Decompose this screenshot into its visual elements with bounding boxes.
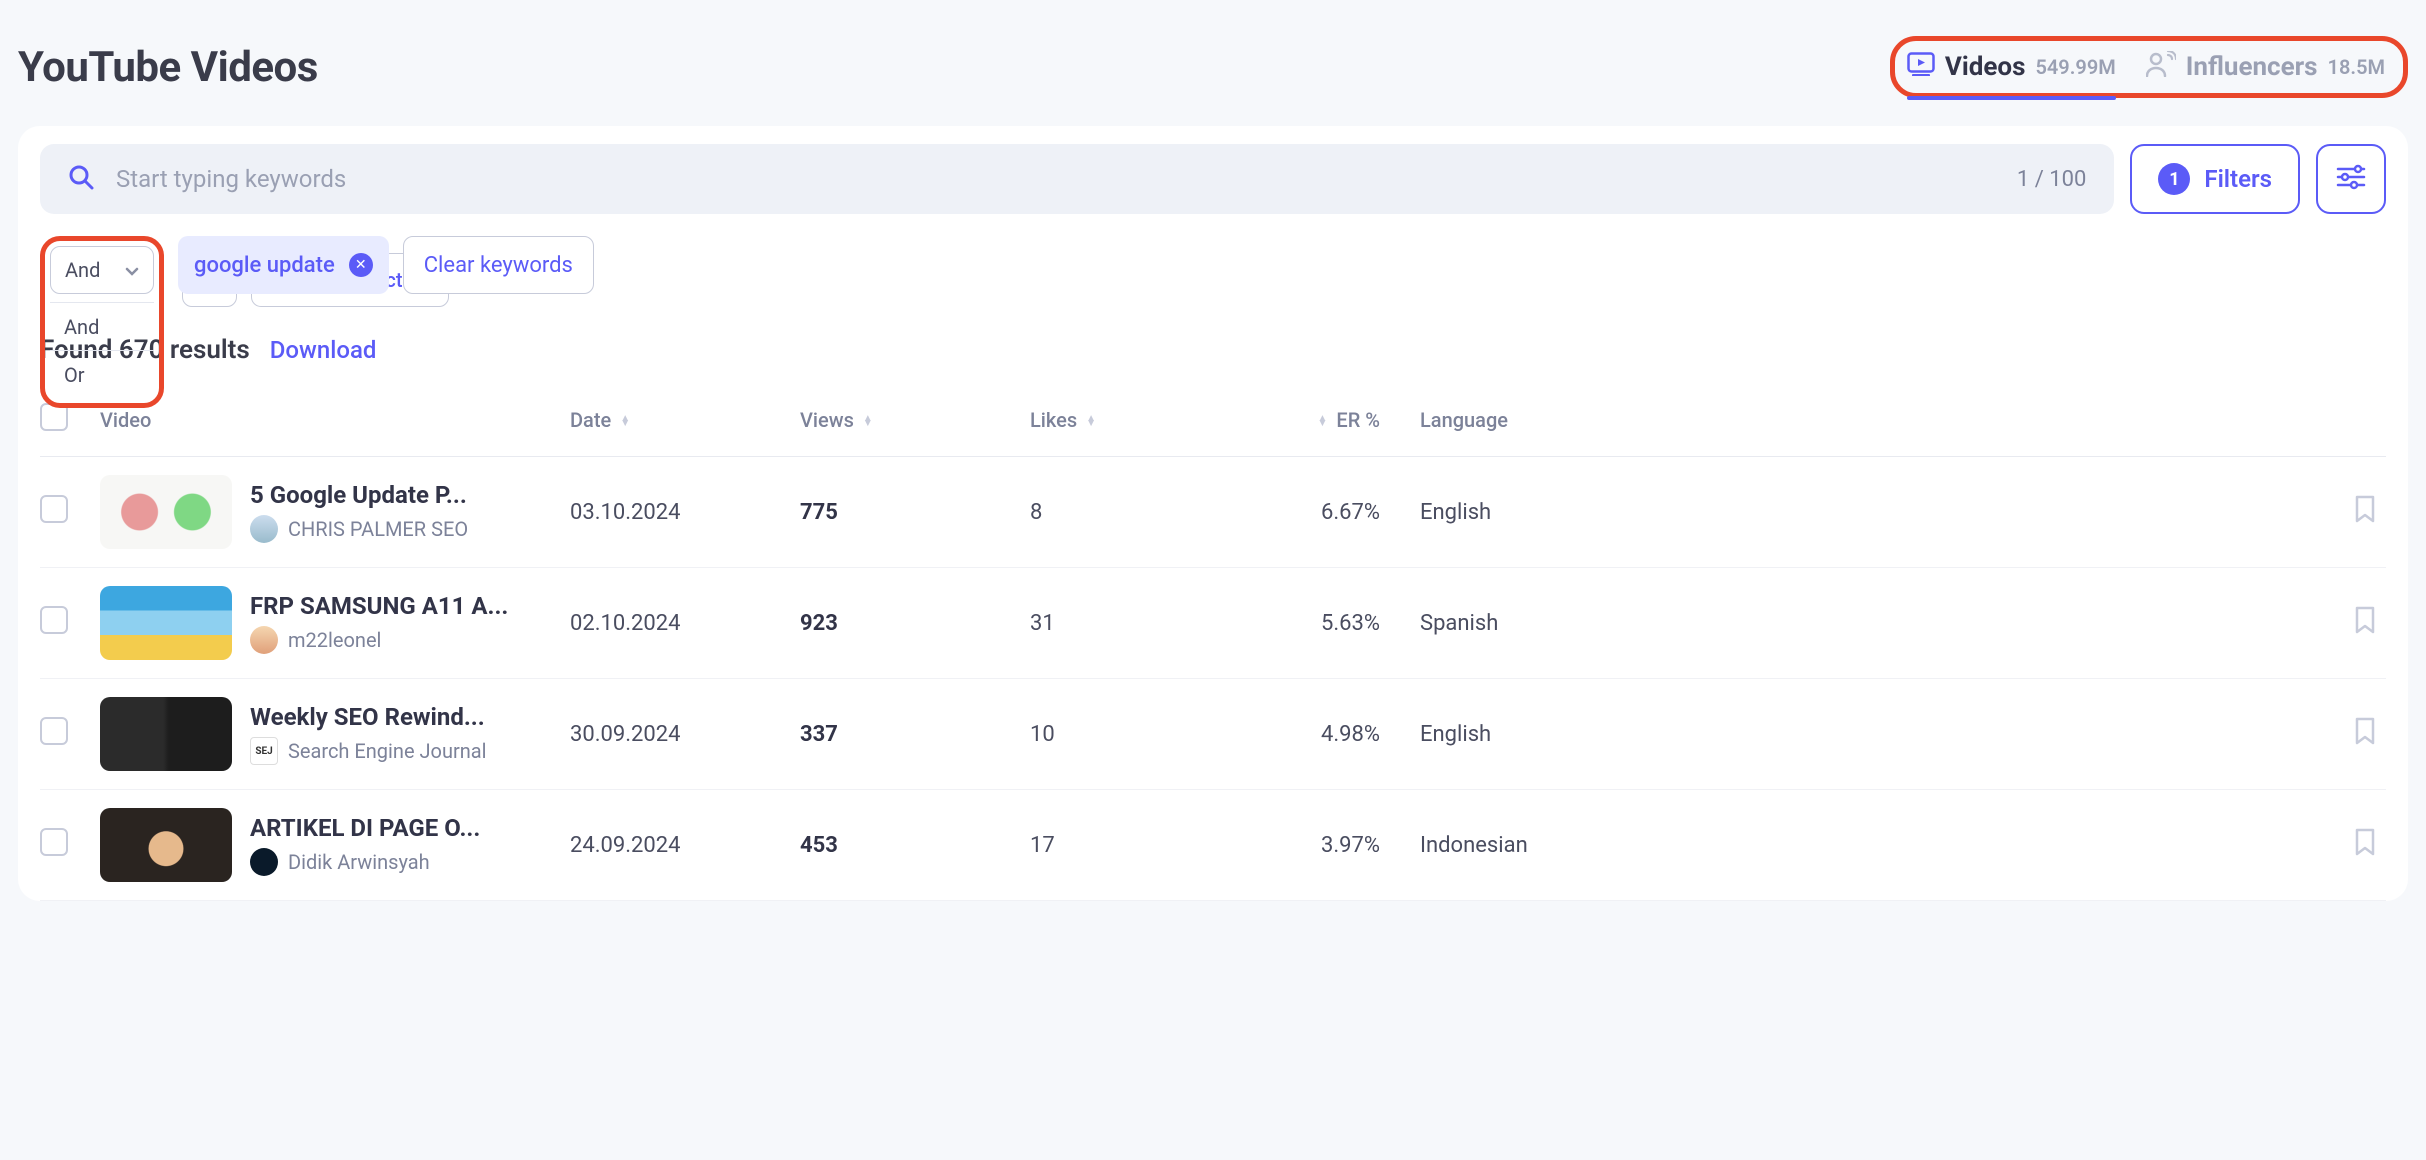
logic-option-and[interactable]: And [50, 302, 154, 350]
video-title[interactable]: 5 Google Update P... [250, 481, 468, 509]
cell-date: 02.10.2024 [570, 568, 800, 679]
logic-option-or[interactable]: Or [50, 350, 154, 398]
page-title: YouTube Videos [18, 43, 318, 92]
row-checkbox[interactable] [40, 717, 68, 745]
cell-date: 24.09.2024 [570, 790, 800, 901]
sort-icon: ▲▼ [1318, 416, 1328, 426]
channel-avatar: SEJ [250, 737, 278, 765]
keyword-chip: google update ✕ [178, 236, 389, 294]
cell-likes: 17 [1030, 790, 1250, 901]
cell-views: 337 [800, 679, 1030, 790]
tab-videos-count: 549.99M [2035, 55, 2115, 79]
cell-er: 3.97% [1250, 790, 1420, 901]
channel-avatar [250, 515, 278, 543]
clear-keywords-button[interactable]: Clear keywords [403, 236, 594, 294]
cell-er: 6.67% [1250, 457, 1420, 568]
video-title[interactable]: Weekly SEO Rewind... [250, 703, 487, 731]
table-row: FRP SAMSUNG A11 A... m22leonel 02.10.20249… [40, 568, 2386, 679]
bookmark-icon[interactable] [2354, 837, 2376, 862]
row-checkbox[interactable] [40, 828, 68, 856]
results-table: Video Date ▲▼ Views ▲▼ Likes ▲▼ ▲▼ ER % … [40, 383, 2386, 901]
tab-influencers[interactable]: Influencers 18.5M [2146, 51, 2385, 83]
filters-label: Filters [2204, 165, 2272, 193]
video-title[interactable]: FRP SAMSUNG A11 A... [250, 592, 508, 620]
video-thumbnail[interactable] [100, 697, 232, 771]
search-input[interactable] [116, 165, 1995, 193]
tab-videos[interactable]: Videos 549.99M [1907, 52, 2116, 82]
cell-language: Indonesian [1420, 790, 1680, 901]
cell-likes: 8 [1030, 457, 1250, 568]
logic-dropdown-highlight-box: And And Or [40, 236, 164, 408]
tab-influencers-count: 18.5M [2328, 55, 2385, 79]
filters-button[interactable]: 1 Filters [2130, 144, 2300, 214]
sliders-icon [2336, 164, 2366, 194]
table-row: 5 Google Update P... CHRIS PALMER SEO 03.1… [40, 457, 2386, 568]
channel-link[interactable]: m22leonel [250, 626, 508, 654]
cell-date: 30.09.2024 [570, 679, 800, 790]
cell-language: Spanish [1420, 568, 1680, 679]
sort-icon: ▲▼ [863, 416, 873, 426]
filter-settings-button[interactable] [2316, 144, 2386, 214]
cell-language: English [1420, 457, 1680, 568]
cell-er: 4.98% [1250, 679, 1420, 790]
keyword-chip-label: google update [194, 253, 335, 278]
cell-likes: 10 [1030, 679, 1250, 790]
video-title[interactable]: ARTIKEL DI PAGE O... [250, 814, 480, 842]
tab-influencers-label: Influencers [2186, 52, 2318, 82]
channel-link[interactable]: CHRIS PALMER SEO [250, 515, 468, 543]
row-checkbox[interactable] [40, 606, 68, 634]
logic-operator-select[interactable]: And [50, 246, 154, 294]
cell-views: 453 [800, 790, 1030, 901]
channel-avatar [250, 848, 278, 876]
channel-link[interactable]: Didik Arwinsyah [250, 848, 480, 876]
channel-name: CHRIS PALMER SEO [288, 517, 468, 541]
video-thumbnail[interactable] [100, 586, 232, 660]
video-thumbnail[interactable] [100, 475, 232, 549]
channel-name: Search Engine Journal [288, 739, 487, 763]
cell-views: 923 [800, 568, 1030, 679]
chevron-down-icon [125, 258, 139, 282]
table-row: Weekly SEO Rewind... SEJ Search Engine Jou… [40, 679, 2386, 790]
video-icon [1907, 52, 1935, 82]
sort-icon: ▲▼ [620, 416, 630, 426]
cell-er: 5.63% [1250, 568, 1420, 679]
search-box[interactable]: 1 / 100 [40, 144, 2114, 214]
search-counter: 1 / 100 [2017, 167, 2086, 192]
cell-language: English [1420, 679, 1680, 790]
cell-views: 775 [800, 457, 1030, 568]
bookmark-icon[interactable] [2354, 504, 2376, 529]
bookmark-icon[interactable] [2354, 615, 2376, 640]
tabs-highlight-box: Videos 549.99M Influencers 18.5M [1890, 36, 2408, 98]
chip-remove-icon[interactable]: ✕ [349, 253, 373, 277]
channel-name: m22leonel [288, 628, 381, 652]
tab-videos-label: Videos [1945, 52, 2026, 82]
video-thumbnail[interactable] [100, 808, 232, 882]
channel-link[interactable]: SEJ Search Engine Journal [250, 737, 487, 765]
cell-date: 03.10.2024 [570, 457, 800, 568]
table-row: ARTIKEL DI PAGE O... Didik Arwinsyah 24.09… [40, 790, 2386, 901]
influencers-icon [2146, 51, 2176, 83]
cell-likes: 31 [1030, 568, 1250, 679]
row-checkbox[interactable] [40, 495, 68, 523]
channel-avatar [250, 626, 278, 654]
main-panel: 1 / 100 1 Filters And And Or [18, 126, 2408, 901]
filters-count-badge: 1 [2158, 163, 2190, 195]
logic-selected-value: And [65, 258, 100, 282]
sort-icon: ▲▼ [1086, 416, 1096, 426]
channel-name: Didik Arwinsyah [288, 850, 430, 874]
search-icon [68, 164, 94, 194]
bookmark-icon[interactable] [2354, 726, 2376, 751]
